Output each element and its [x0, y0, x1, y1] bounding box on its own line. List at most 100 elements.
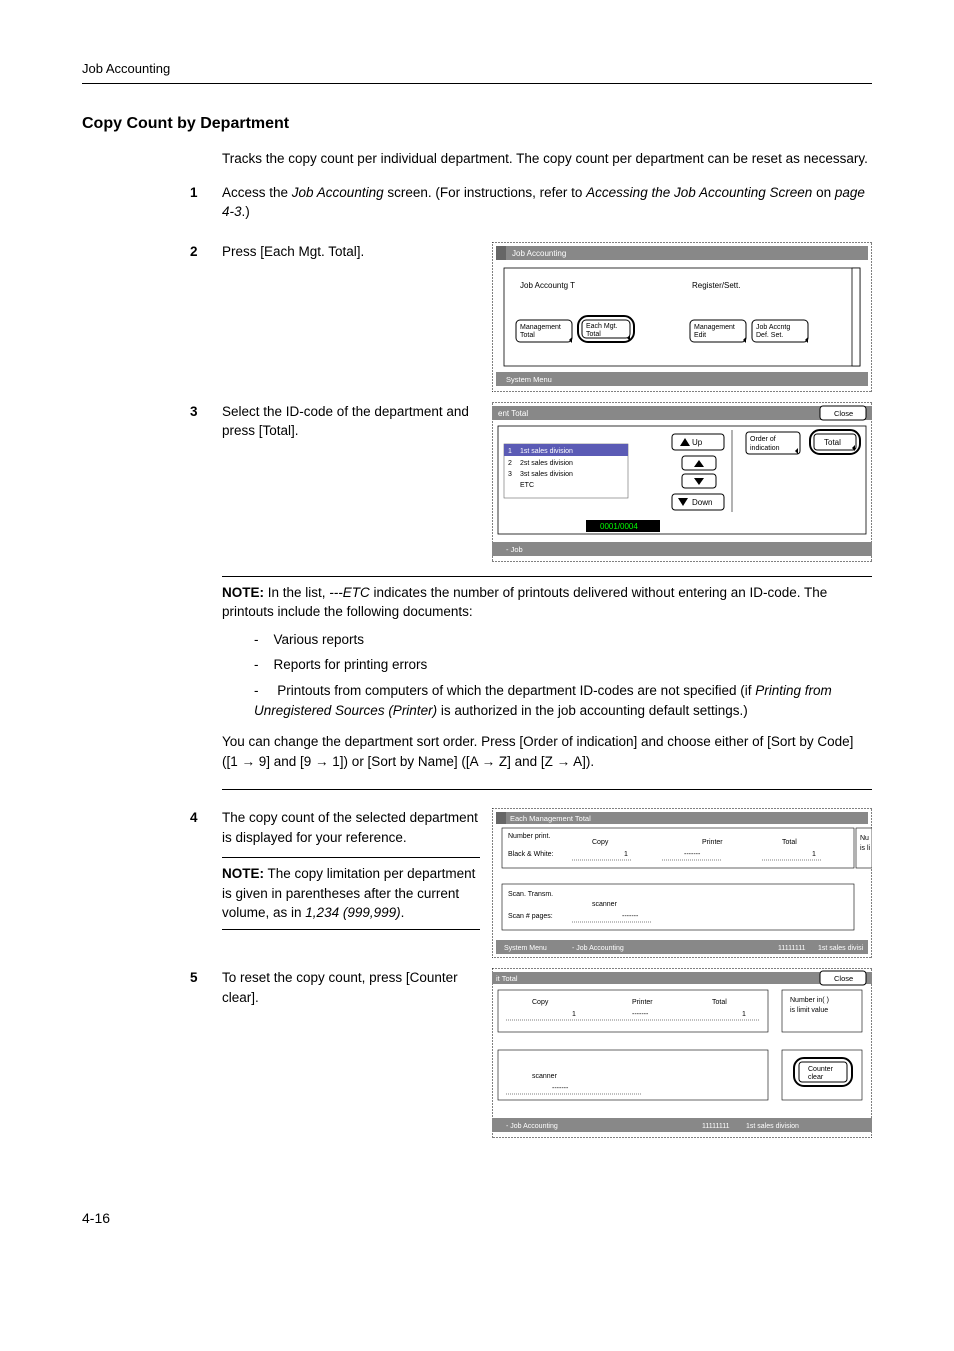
step-number: 2: [190, 242, 222, 392]
step-number: 4: [190, 808, 222, 958]
svg-text:- Job: - Job: [506, 545, 523, 554]
scroll-down-icon[interactable]: [682, 474, 716, 488]
svg-text:ent Total: ent Total: [498, 409, 528, 418]
svg-text:2st sales division: 2st sales division: [520, 460, 573, 467]
svg-text:Register/Sett.: Register/Sett.: [692, 281, 740, 290]
svg-text:1st sales division: 1st sales division: [746, 1123, 799, 1130]
each-mgt-total-button[interactable]: Each Mgt. Total: [578, 316, 634, 342]
figure-3: Each Management Total Number print. Blac…: [492, 808, 872, 958]
svg-text:1: 1: [572, 1011, 576, 1018]
total-button[interactable]: Total: [810, 430, 860, 454]
figure-1: Job Accounting Job Accountg T Register/S…: [492, 242, 872, 392]
svg-text:System Menu: System Menu: [506, 375, 552, 384]
close-button[interactable]: Close: [820, 971, 866, 985]
svg-text:Management: Management: [520, 324, 561, 331]
svg-text:ETC: ETC: [520, 482, 534, 489]
step-number: 1: [190, 183, 222, 232]
svg-text:Job Accountg T: Job Accountg T: [520, 281, 575, 290]
step-3-text: Select the ID-code of the department and…: [222, 402, 480, 441]
svg-text:Each Mgt.: Each Mgt.: [586, 323, 618, 330]
figure-4: it Total Close Copy Printer Total 1 ----…: [492, 968, 872, 1138]
header-rule: [82, 83, 872, 84]
svg-text:-------: -------: [632, 1011, 649, 1018]
svg-text:Black & White:: Black & White:: [508, 851, 554, 858]
step-number: 3: [190, 402, 222, 562]
svg-text:Total: Total: [520, 332, 535, 339]
svg-text:Each Management Total: Each Management Total: [510, 814, 591, 823]
svg-text:0001/0004: 0001/0004: [600, 522, 638, 531]
svg-text:is limit value: is limit value: [790, 1007, 828, 1014]
svg-text:Copy: Copy: [592, 839, 609, 846]
order-of-indication-button[interactable]: Order of indication: [746, 432, 800, 454]
section-title: Copy Count by Department: [82, 112, 872, 135]
step-2: 2 Press [Each Mgt. Total]. Job Accountin…: [82, 242, 872, 392]
figure-2: ent Total Close 1 1st sales division 2 2…: [492, 402, 872, 562]
counter-clear-button[interactable]: Counter clear: [794, 1058, 852, 1086]
close-button[interactable]: Close: [820, 406, 866, 420]
svg-text:2: 2: [508, 460, 512, 467]
step-1: 1 Access the Job Accounting screen. (For…: [82, 183, 872, 232]
svg-text:1: 1: [812, 851, 816, 858]
svg-text:- Job Accounting: - Job Accounting: [506, 1123, 558, 1130]
svg-text:is li: is li: [860, 845, 871, 852]
intro-paragraph: Tracks the copy count per individual dep…: [222, 149, 872, 169]
svg-text:Printer: Printer: [632, 999, 653, 1006]
svg-text:3: 3: [508, 471, 512, 478]
list-item: Various reports: [254, 630, 872, 650]
step-5: 5 To reset the copy count, press [Counte…: [82, 968, 872, 1138]
list-item: Printouts from computers of which the de…: [254, 681, 872, 720]
svg-text:Nu: Nu: [860, 835, 869, 842]
svg-text:Down: Down: [692, 498, 712, 507]
svg-text:Management: Management: [694, 324, 735, 331]
job-accntg-def-set-button[interactable]: Job Accntg Def. Set.: [752, 320, 808, 343]
step-1-text: Access the Job Accounting screen. (For i…: [222, 183, 872, 222]
svg-text:indication: indication: [750, 445, 780, 452]
svg-text:-------: -------: [622, 913, 639, 920]
svg-text:1st sales divisi: 1st sales divisi: [818, 945, 864, 952]
svg-text:11111111: 11111111: [778, 945, 806, 952]
svg-text:Def. Set.: Def. Set.: [756, 332, 783, 339]
svg-text:-------: -------: [552, 1085, 569, 1092]
svg-text:1: 1: [742, 1011, 746, 1018]
svg-text:Close: Close: [834, 974, 853, 983]
svg-text:11111111: 11111111: [702, 1123, 730, 1130]
page-number: 4-16: [82, 1208, 872, 1228]
svg-text:Printer: Printer: [702, 839, 723, 846]
svg-text:clear: clear: [808, 1074, 824, 1081]
svg-text:Total: Total: [782, 839, 797, 846]
svg-text:Scan # pages:: Scan # pages:: [508, 913, 553, 920]
svg-text:Counter: Counter: [808, 1066, 834, 1073]
step-4: 4 The copy count of the selected departm…: [82, 808, 872, 958]
svg-text:Order of: Order of: [750, 436, 776, 443]
svg-text:it Total: it Total: [496, 974, 518, 983]
svg-text:scanner: scanner: [532, 1073, 558, 1080]
svg-text:Number print.: Number print.: [508, 833, 550, 840]
sort-paragraph: You can change the department sort order…: [222, 732, 872, 771]
running-head: Job Accounting: [82, 60, 872, 79]
svg-text:Edit: Edit: [694, 332, 706, 339]
management-edit-button[interactable]: Management Edit: [690, 320, 746, 343]
svg-text:1: 1: [508, 448, 512, 455]
note-block: NOTE: In the list, ---ETC indicates the …: [222, 576, 872, 720]
svg-text:Total: Total: [586, 331, 601, 338]
step-2-text: Press [Each Mgt. Total].: [222, 242, 480, 262]
panel-title: Job Accounting: [512, 249, 566, 258]
up-button[interactable]: Up: [672, 434, 724, 450]
step-4-note: NOTE: The copy limitation per department…: [222, 857, 480, 930]
svg-text:Job Accntg: Job Accntg: [756, 324, 790, 331]
down-button[interactable]: Down: [672, 494, 724, 510]
svg-text:1: 1: [624, 851, 628, 858]
svg-text:Total: Total: [824, 438, 841, 447]
svg-text:Up: Up: [692, 438, 703, 447]
step-number: 5: [190, 968, 222, 1138]
step-4-text: The copy count of the selected departmen…: [222, 808, 480, 847]
scroll-up-icon[interactable]: [682, 456, 716, 470]
svg-text:- Job Accounting: - Job Accounting: [572, 945, 624, 952]
svg-text:1st sales division: 1st sales division: [520, 448, 573, 455]
management-total-button[interactable]: Management Total: [516, 320, 572, 343]
svg-text:3st sales division: 3st sales division: [520, 471, 573, 478]
svg-text:Total: Total: [712, 999, 727, 1006]
svg-text:Scan. Transm.: Scan. Transm.: [508, 891, 553, 898]
svg-text:Number in( ): Number in( ): [790, 997, 829, 1004]
svg-text:Copy: Copy: [532, 999, 549, 1006]
